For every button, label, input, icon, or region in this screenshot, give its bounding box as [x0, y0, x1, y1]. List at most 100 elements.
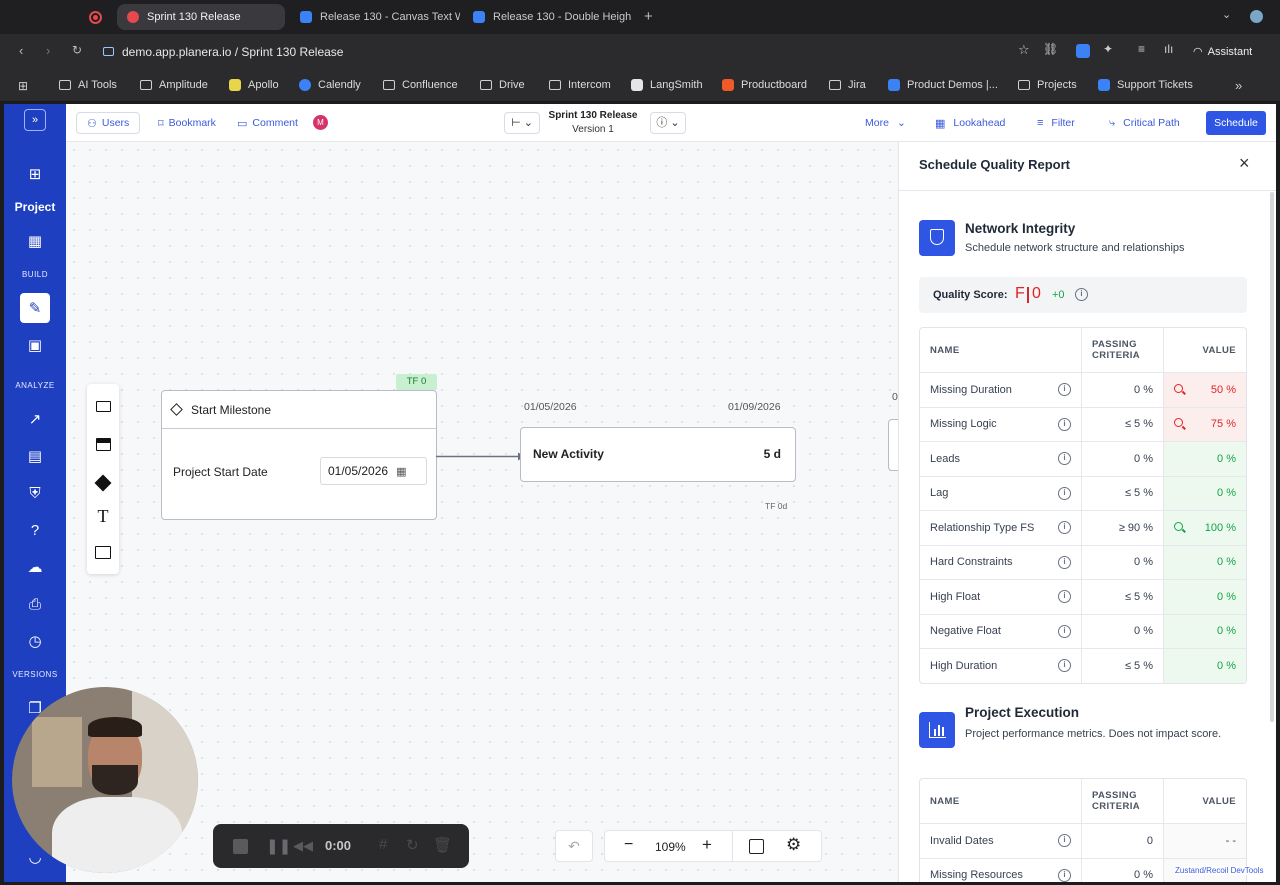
info-icon[interactable]: i — [1058, 868, 1071, 882]
audio-icon[interactable]: ılı — [1164, 42, 1173, 56]
expand-sidebar-icon[interactable]: » — [24, 109, 46, 131]
close-icon[interactable]: × — [1239, 153, 1250, 174]
filter-button[interactable]: ≡ Filter — [1037, 112, 1075, 134]
settings-gear-icon[interactable]: ⚙ — [786, 835, 801, 855]
shield-check-icon[interactable]: ⛨ — [20, 478, 50, 508]
chart-icon[interactable]: ↗ — [20, 404, 50, 434]
info-icon[interactable]: i — [1058, 486, 1071, 500]
menu-lines-icon[interactable]: ≡ — [1138, 42, 1145, 56]
info-dropdown[interactable]: ⓘ ⌄ — [650, 112, 686, 134]
magnifier-icon[interactable] — [1174, 418, 1183, 428]
apps-grid-icon[interactable]: ⊞ — [18, 79, 28, 93]
bookmark-langsmith[interactable]: LangSmith — [631, 79, 703, 91]
dashboard-grid-icon[interactable]: ⊞ — [20, 159, 50, 189]
bookmark-projects[interactable]: Projects — [1018, 79, 1077, 91]
info-icon[interactable]: i — [1058, 417, 1071, 431]
edit-pencil-icon[interactable]: ✎ — [20, 293, 50, 323]
assistant-button[interactable]: ◠ Assistant — [1193, 45, 1252, 59]
info-icon[interactable]: i — [1058, 383, 1071, 397]
magnifier-icon[interactable] — [1174, 383, 1183, 393]
table-row[interactable]: Relationship Type FS i ≥ 90 % 100 % — [920, 510, 1246, 545]
users-button[interactable]: ⚇ Users — [76, 112, 141, 134]
info-icon[interactable]: i — [1058, 659, 1071, 673]
panel-scrollbar[interactable] — [1270, 192, 1274, 722]
new-tab-plus-icon[interactable]: + — [644, 8, 653, 25]
rewind-icon[interactable]: ◀◀ — [293, 838, 313, 854]
comment-button[interactable]: ▭ Comment — [237, 112, 298, 134]
project-start-date-input[interactable]: 01/05/2026 ▦ — [320, 457, 427, 485]
hierarchy-dropdown[interactable]: ⊢ ⌄ — [504, 112, 540, 134]
tab-list-chevron-icon[interactable]: ⌄ — [1222, 8, 1231, 21]
extensions-puzzle-icon[interactable]: ✦ — [1103, 42, 1113, 56]
info-icon[interactable]: i — [1058, 590, 1071, 604]
text-tool-icon[interactable]: T — [95, 506, 111, 527]
bookmark-intercom[interactable]: Intercom — [549, 79, 611, 91]
profile-icon[interactable] — [1250, 10, 1263, 23]
refresh-icon[interactable]: ↻ — [406, 836, 419, 854]
table-row[interactable]: Missing Duration i 0 % 50 % — [920, 372, 1246, 407]
table-row[interactable]: Missing Logic i ≤ 5 % 75 % — [920, 406, 1246, 441]
schedule-button[interactable]: Schedule — [1206, 111, 1266, 135]
table-row[interactable]: Lag i ≤ 5 % 0 % — [920, 475, 1246, 510]
bookmark-drive[interactable]: Drive — [480, 79, 525, 91]
browser-tab[interactable]: Release 130 - Double Heigh — [463, 4, 633, 30]
schedule-calendar-icon[interactable]: ▤ — [20, 441, 50, 471]
bookmark-amplitude[interactable]: Amplitude — [140, 79, 208, 91]
new-activity-card[interactable]: New Activity 5 d — [520, 427, 796, 482]
info-icon[interactable]: i — [1058, 521, 1071, 535]
timer-icon[interactable]: ◷ — [20, 626, 50, 656]
calendar-icon[interactable]: ▦ — [20, 226, 50, 256]
pause-icon[interactable]: ❚❚ — [266, 837, 291, 855]
bookmark-apollo[interactable]: Apollo — [229, 79, 279, 91]
extension-planera-icon[interactable] — [1076, 44, 1090, 58]
info-icon[interactable]: i — [1075, 288, 1088, 301]
critical-path-button[interactable]: ⤷ Critical Path — [1109, 112, 1180, 134]
report-icon[interactable]: ⎙ — [20, 589, 50, 619]
bookmarks-overflow-icon[interactable]: » — [1235, 78, 1242, 93]
forward-icon[interactable]: › — [46, 43, 50, 58]
bookmark-calendly[interactable]: Calendly — [299, 79, 361, 91]
info-icon[interactable]: i — [1058, 834, 1071, 848]
devtools-label[interactable]: Zustand/Recoil DevTools — [1175, 866, 1264, 875]
address-input[interactable]: demo.app.planera.io / Sprint 130 Release — [96, 40, 1056, 64]
start-milestone-card[interactable]: Start Milestone Project Start Date 01/05… — [161, 390, 437, 520]
milestone-diamond-tool-icon[interactable] — [94, 474, 112, 492]
rectangle-tool-icon[interactable] — [96, 401, 111, 412]
reload-icon[interactable]: ↻ — [72, 43, 82, 57]
bookmark-ai-tools[interactable]: AI Tools — [59, 79, 117, 91]
info-icon[interactable]: i — [1058, 452, 1071, 466]
back-icon[interactable]: ‹ — [19, 43, 23, 58]
avatar[interactable]: M — [313, 115, 328, 130]
bookmark-support-tickets[interactable]: Support Tickets — [1098, 79, 1193, 91]
magnifier-icon[interactable] — [1174, 521, 1183, 531]
more-menu-button[interactable]: More ⌄ — [865, 112, 906, 134]
record-icon[interactable] — [89, 11, 102, 24]
table-row[interactable]: Invalid Dates i 0 - - — [920, 823, 1246, 858]
browser-tab[interactable]: Release 130 - Canvas Text W — [290, 4, 460, 30]
trash-icon[interactable]: 🗑︎ — [433, 836, 452, 854]
stop-record-icon[interactable] — [233, 839, 248, 854]
table-row[interactable]: High Duration i ≤ 5 % 0 % — [920, 648, 1246, 683]
info-icon[interactable]: i — [1058, 555, 1071, 569]
table-row[interactable]: Negative Float i 0 % 0 % — [920, 613, 1246, 648]
table-row[interactable]: Hard Constraints i 0 % 0 % — [920, 544, 1246, 579]
browser-tab-active[interactable]: Sprint 130 Release — [117, 4, 285, 30]
zoom-in-icon[interactable]: + — [702, 835, 712, 855]
bookmark-button[interactable]: ⌑ Bookmark — [158, 112, 216, 134]
brain-icon[interactable]: ☁ — [20, 552, 50, 582]
info-icon[interactable]: i — [1058, 624, 1071, 638]
bookmark-productboard[interactable]: Productboard — [722, 79, 807, 91]
help-question-icon[interactable]: ? — [20, 515, 50, 545]
zoom-out-icon[interactable]: − — [624, 836, 633, 854]
bookmark-confluence[interactable]: Confluence — [383, 79, 458, 91]
lookahead-button[interactable]: ▦ Lookahead — [935, 112, 1005, 134]
table-row[interactable]: High Float i ≤ 5 % 0 % — [920, 579, 1246, 614]
undo-button[interactable]: ↶ — [555, 830, 593, 862]
bookmark-product-demos[interactable]: Product Demos |... — [888, 79, 998, 91]
layout-icon[interactable]: ▣ — [20, 330, 50, 360]
fit-screen-icon[interactable] — [749, 839, 764, 854]
header-box-tool-icon[interactable] — [96, 438, 111, 451]
image-tool-icon[interactable] — [95, 546, 111, 559]
table-row[interactable]: Leads i 0 % 0 % — [920, 441, 1246, 476]
bookmark-jira[interactable]: Jira — [829, 79, 866, 91]
